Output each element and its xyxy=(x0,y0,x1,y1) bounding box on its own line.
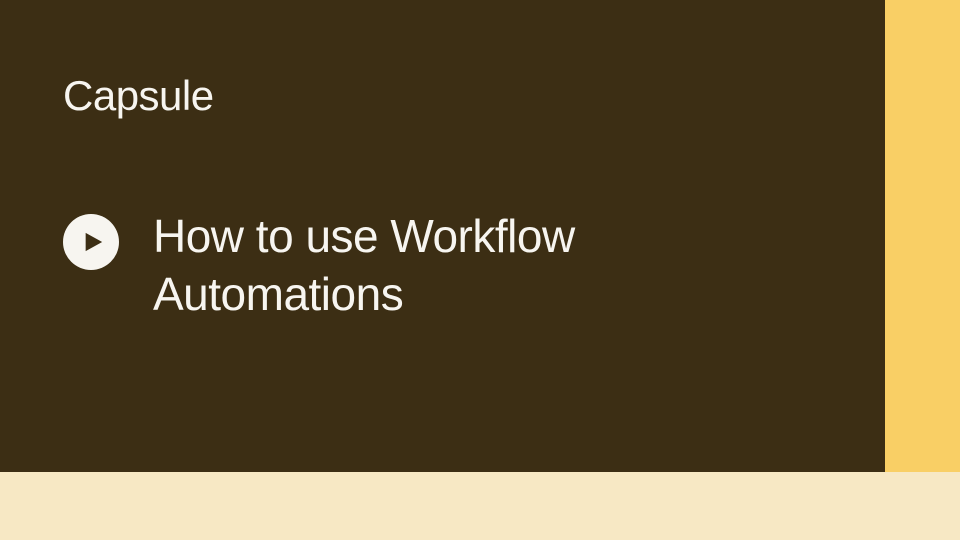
brand-logo-text: Capsule xyxy=(63,72,214,120)
bottom-accent-band xyxy=(0,472,960,540)
video-thumbnail-panel[interactable]: Capsule How to use Workflow Automations xyxy=(0,0,885,472)
play-button[interactable] xyxy=(63,214,119,270)
video-title: How to use Workflow Automations xyxy=(153,208,753,323)
play-icon xyxy=(82,231,104,253)
video-title-row: How to use Workflow Automations xyxy=(63,208,753,323)
